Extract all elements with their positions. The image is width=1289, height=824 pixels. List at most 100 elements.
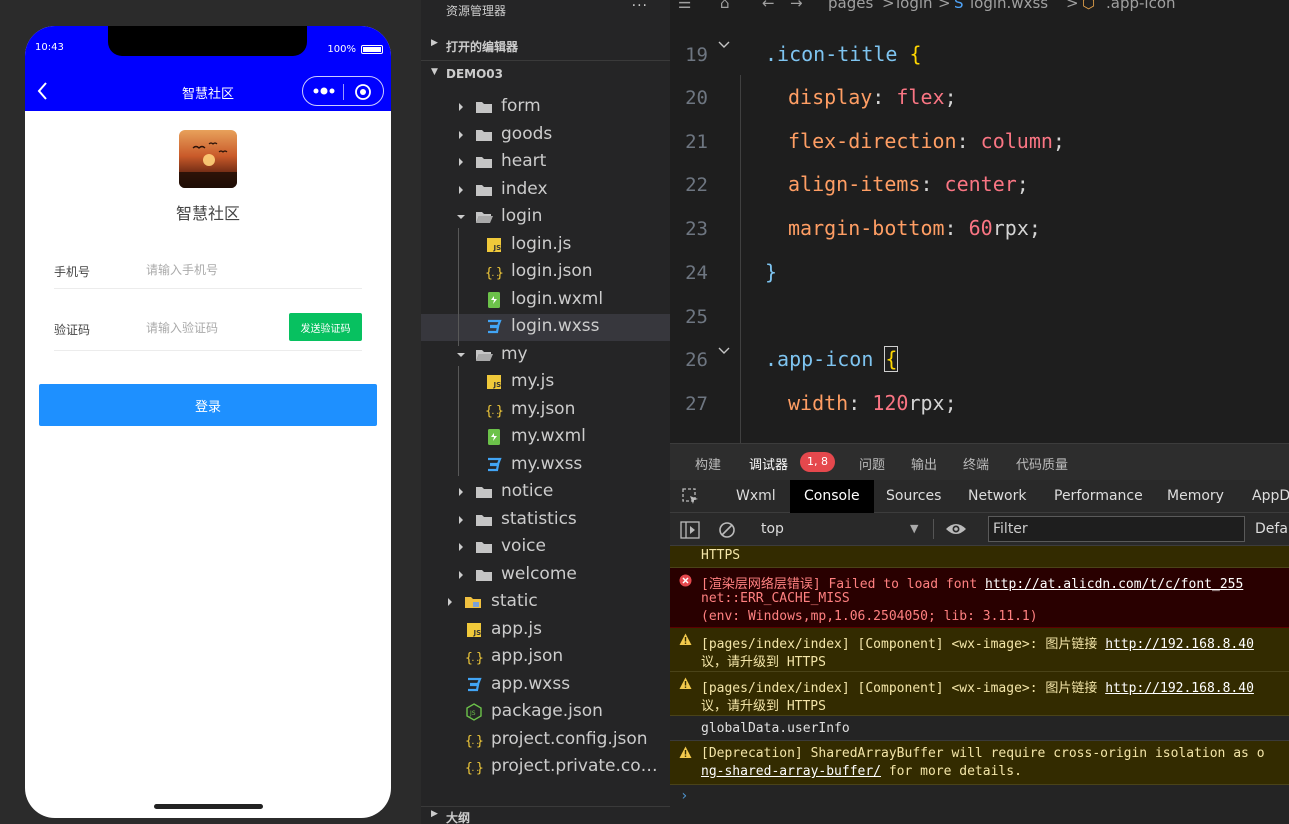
- chevron-right-icon: [459, 158, 463, 166]
- sidebar-toggle-icon[interactable]: [680, 521, 700, 539]
- tab-debugger[interactable]: 调试器: [749, 454, 788, 473]
- tree-item[interactable]: welcome: [421, 562, 670, 589]
- nav-back-icon[interactable]: ←: [762, 0, 775, 12]
- section-label: 打开的编辑器: [446, 40, 519, 54]
- more-actions-icon[interactable]: ···: [632, 0, 648, 14]
- wxml-file-icon: [488, 291, 500, 308]
- filter-input[interactable]: [988, 516, 1245, 542]
- tree-item[interactable]: login: [421, 204, 670, 231]
- tab-code-quality[interactable]: 代码质量: [1016, 454, 1068, 473]
- chevron-down-icon[interactable]: ▼: [910, 522, 918, 535]
- svg-text:JS: JS: [473, 629, 482, 637]
- line-number: 24: [685, 262, 708, 284]
- tree-item[interactable]: app.wxss: [421, 672, 670, 699]
- fold-chevron-icon[interactable]: [718, 41, 730, 49]
- image-url-link[interactable]: http://192.168.8.40: [1105, 637, 1254, 652]
- tree-item[interactable]: JS package.json: [421, 699, 670, 726]
- folder-icon: [476, 157, 492, 168]
- code-line: display: flex;: [788, 85, 957, 109]
- login-button[interactable]: 登录: [39, 384, 377, 426]
- tree-item[interactable]: form: [421, 94, 670, 121]
- explorer-title: 资源管理器: [446, 4, 507, 18]
- breadcrumb-item[interactable]: login: [896, 0, 933, 12]
- console-prompt[interactable]: ›: [680, 788, 688, 804]
- tab-output[interactable]: 输出: [911, 454, 937, 473]
- code-row: 验证码 发送验证码: [54, 311, 362, 351]
- code-editor[interactable]: ☰ ⌂ ← → pages > login > S login.wxss > ⬡…: [670, 0, 1289, 443]
- tab-wxml[interactable]: Wxml: [722, 480, 790, 513]
- tree-item[interactable]: statistics: [421, 507, 670, 534]
- breadcrumb: ☰ ⌂ ← → pages > login > S login.wxss > ⬡…: [670, 0, 1289, 14]
- warning-icon: [679, 746, 692, 758]
- tree-item-label: statistics: [501, 508, 577, 529]
- send-code-button[interactable]: 发送验证码: [289, 313, 362, 341]
- clear-console-icon[interactable]: [718, 521, 736, 539]
- breadcrumb-item[interactable]: .app-icon: [1106, 0, 1176, 12]
- tree-item-label: login.json: [511, 261, 593, 281]
- font-url-link[interactable]: http://at.alicdn.com/t/c/font_255: [985, 577, 1243, 592]
- json-file-icon: {}..: [485, 266, 503, 281]
- more-dots-icon[interactable]: [311, 83, 337, 99]
- tree-item-label: static: [491, 591, 538, 611]
- tree-item[interactable]: heart: [421, 149, 670, 176]
- tab-performance[interactable]: Performance: [1040, 480, 1157, 513]
- nav-forward-icon[interactable]: →: [790, 0, 803, 12]
- tree-item[interactable]: index: [421, 177, 670, 204]
- tab-sources[interactable]: Sources: [872, 480, 955, 513]
- wxss-file-icon: [488, 319, 502, 334]
- tree-item[interactable]: static: [421, 589, 670, 616]
- tree-item[interactable]: {}.. project.config.json: [421, 727, 670, 754]
- breadcrumb-separator: >: [938, 0, 951, 12]
- wxss-file-icon: [488, 457, 502, 471]
- tree-item-label: login.js: [511, 233, 572, 254]
- wxml-file-icon: [488, 429, 500, 445]
- line-number: 23: [685, 218, 708, 240]
- section-outline[interactable]: ▶ 大纲: [421, 806, 670, 824]
- code-line: align-items: center;: [788, 172, 1029, 196]
- context-select[interactable]: top: [761, 521, 784, 537]
- tree-item-label: notice: [501, 481, 554, 501]
- console-message-warning: [Deprecation] SharedArrayBuffer will req…: [670, 741, 1289, 785]
- app-title: 智慧社区: [175, 204, 240, 223]
- simulator-panel: 10:43 100% 智慧社区 智慧社区 手机号 请输入手机号 验证码 请输入验…: [0, 0, 421, 824]
- close-target-icon[interactable]: [354, 83, 372, 101]
- json-file-icon: {}..: [465, 734, 483, 749]
- chevron-right-icon: [459, 185, 463, 194]
- code-input[interactable]: [146, 317, 276, 339]
- phone-input[interactable]: [146, 259, 276, 281]
- js-file-icon: JS: [487, 375, 501, 389]
- section-open-editors[interactable]: ▶ 打开的编辑器: [421, 32, 670, 58]
- debugger-panel: 构建 调试器 1, 8 问题 输出 终端 代码质量 Wxml Console S…: [670, 443, 1289, 824]
- image-url-link[interactable]: http://192.168.8.40: [1105, 681, 1254, 696]
- eye-icon[interactable]: [945, 521, 967, 537]
- folder-icon: [476, 129, 492, 141]
- tab-network[interactable]: Network: [954, 480, 1040, 513]
- tree-item[interactable]: {}.. app.json: [421, 644, 670, 671]
- tab-problems[interactable]: 问题: [859, 454, 885, 473]
- breadcrumb-item[interactable]: login.wxss: [970, 0, 1048, 12]
- chevron-right-icon: [459, 488, 463, 496]
- section-project[interactable]: ▼ DEMO03: [421, 60, 670, 86]
- line-number: 19: [685, 44, 708, 66]
- section-label: 大纲: [446, 811, 471, 824]
- fold-chevron-icon[interactable]: [718, 347, 730, 355]
- tab-build[interactable]: 构建: [695, 454, 721, 473]
- svg-text:..: ..: [471, 737, 481, 746]
- selector-icon: ⬡: [1082, 0, 1096, 12]
- battery-percent: 100%: [327, 44, 356, 55]
- breadcrumb-item[interactable]: pages: [828, 0, 873, 12]
- tree-item[interactable]: JS app.js: [421, 617, 670, 644]
- tree-item[interactable]: notice: [421, 479, 670, 506]
- tree-item-label: app.json: [491, 646, 564, 666]
- tab-application[interactable]: AppD: [1238, 480, 1289, 513]
- tab-memory[interactable]: Memory: [1153, 480, 1238, 513]
- tree-item[interactable]: {}.. project.private.config...: [421, 754, 670, 781]
- tab-terminal[interactable]: 终端: [963, 454, 989, 473]
- tab-console[interactable]: Console: [790, 480, 874, 513]
- log-levels-select[interactable]: Defau: [1255, 521, 1289, 537]
- tree-item[interactable]: goods: [421, 122, 670, 149]
- docs-link[interactable]: ng-shared-array-buffer/: [701, 764, 881, 779]
- tree-item[interactable]: voice: [421, 534, 670, 561]
- inspect-element-icon[interactable]: [682, 488, 700, 506]
- battery-icon: [361, 45, 383, 54]
